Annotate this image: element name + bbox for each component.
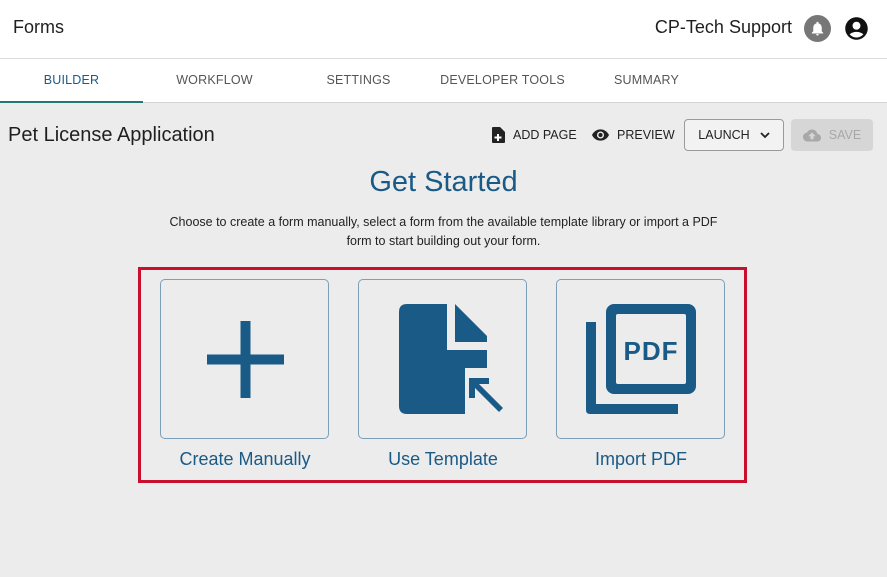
pdf-icon: PDF [586,304,696,414]
save-label: SAVE [828,128,862,142]
preview-label: PREVIEW [617,128,675,142]
import-pdf-card[interactable]: PDF [556,279,725,439]
top-bar: Forms CP-Tech Support [0,0,887,59]
page-title: Pet License Application [8,124,215,146]
get-started-heading: Get Started [369,166,518,198]
launch-button[interactable]: LAUNCH [684,119,784,151]
use-template-card[interactable] [358,279,527,439]
launch-label: LAUNCH [698,128,750,142]
import-pdf-label[interactable]: Import PDF [541,449,741,470]
tab-builder[interactable]: BUILDER [0,59,143,103]
svg-text:PDF: PDF [624,336,679,366]
eye-icon [592,129,609,141]
template-file-icon [399,304,505,416]
plus-icon [207,321,284,398]
get-started-description: Choose to create a form manually, select… [169,215,718,248]
add-page-label: ADD PAGE [513,128,577,142]
create-manually-card[interactable] [160,279,329,439]
create-manually-label[interactable]: Create Manually [145,449,345,470]
org-name[interactable]: CP-Tech Support [655,17,792,38]
tab-workflow[interactable]: WORKFLOW [143,59,286,103]
use-template-label[interactable]: Use Template [343,449,543,470]
tab-bar: BUILDER WORKFLOW SETTINGS DEVELOPER TOOL… [0,59,887,103]
app-title: Forms [13,17,64,37]
cloud-upload-icon [802,129,821,141]
preview-button[interactable]: PREVIEW [592,120,675,150]
bell-icon[interactable] [804,15,831,42]
save-button[interactable]: SAVE [791,119,873,151]
add-page-button[interactable]: ADD PAGE [491,120,577,150]
add-page-icon [492,127,505,143]
account-circle-icon[interactable] [843,15,870,42]
tab-settings[interactable]: SETTINGS [287,59,430,103]
tab-summary[interactable]: SUMMARY [575,59,718,103]
chevron-down-icon [760,131,770,138]
tab-developer-tools[interactable]: DEVELOPER TOOLS [431,59,574,103]
